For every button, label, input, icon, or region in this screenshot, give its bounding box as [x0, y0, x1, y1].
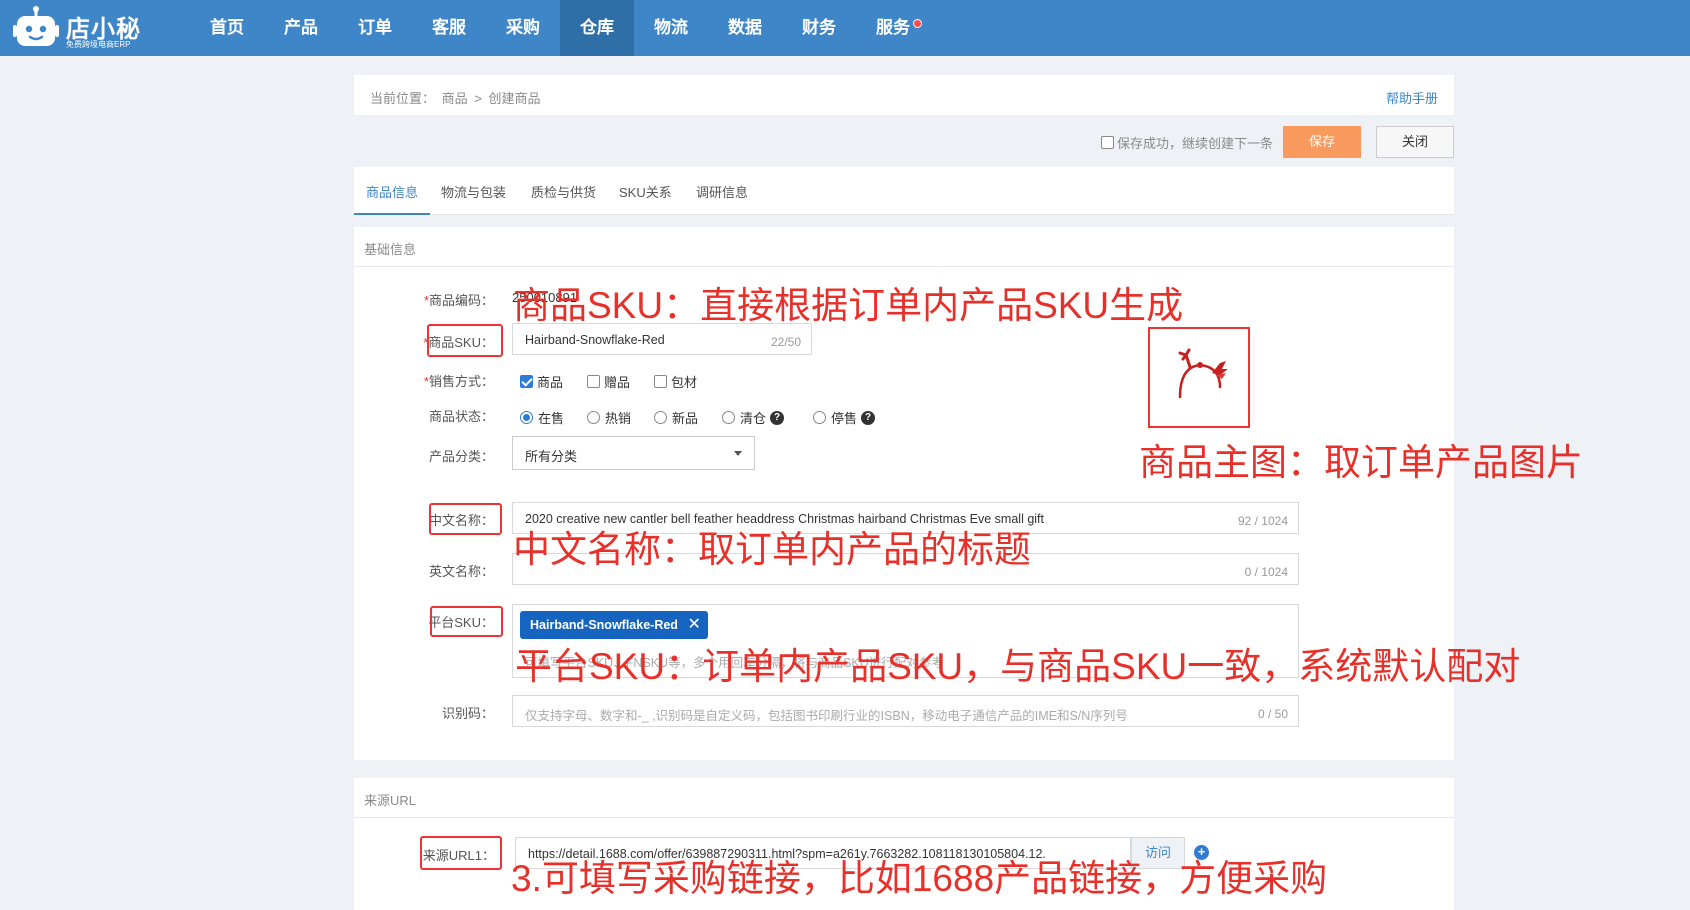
breadcrumb: 当前位置： 商品 > 创建商品: [370, 88, 544, 107]
close-icon[interactable]: ✕: [688, 611, 701, 639]
chevron-down-icon: [734, 451, 742, 456]
status-clearance-radio[interactable]: [722, 411, 735, 424]
id-code-placeholder: 仅支持字母、数字和-_ ,识别码是自定义码，包括图书印刷行业的ISBN，移动电子…: [525, 709, 1128, 723]
action-bar: 保存成功，继续创建下一条 保存 关闭: [354, 125, 1454, 159]
nav-item-logistics[interactable]: 物流: [634, 0, 708, 56]
status-stopped-radio[interactable]: [813, 411, 826, 424]
cn-name-count: 92 / 1024: [1237, 514, 1288, 528]
sale-mode-gift-label: 赠品: [604, 375, 631, 390]
status-new[interactable]: 新品: [654, 408, 698, 427]
id-code-label: 识别码：: [441, 706, 494, 721]
breadcrumb-separator: >: [474, 91, 482, 106]
nav-item-services[interactable]: 服务: [856, 0, 930, 56]
nav-item-home[interactable]: 首页: [190, 0, 264, 56]
app-logo[interactable]: 店小秘 免费跨境电商ERP: [12, 4, 142, 52]
platform-sku-tag-label: Hairband-Snowflake-Red: [530, 618, 678, 632]
category-label: 产品分类：: [428, 449, 494, 464]
sale-mode-product-checkbox[interactable]: [520, 375, 533, 388]
id-code-input[interactable]: 仅支持字母、数字和-_ ,识别码是自定义码，包括图书印刷行业的ISBN，移动电子…: [512, 695, 1299, 727]
breadcrumb-panel: 当前位置： 商品 > 创建商品 帮助手册: [354, 75, 1454, 115]
product-sku-count: 22/50: [770, 335, 801, 349]
sale-mode-product[interactable]: 商品: [520, 372, 563, 391]
tab-logistics-packaging[interactable]: 物流与包装: [441, 182, 506, 201]
tab-product-info-label: 商品信息: [366, 185, 419, 200]
cn-name-value: 2020 creative new cantler bell feather h…: [525, 512, 1044, 526]
continue-create-checkbox[interactable]: [1101, 136, 1114, 149]
antler-hairband-image: [1178, 348, 1228, 399]
status-on-sale[interactable]: 在售: [520, 408, 564, 427]
basic-info-title: 基础信息: [364, 242, 417, 257]
tab-research-info[interactable]: 调研信息: [696, 182, 748, 201]
status-on-sale-radio[interactable]: [520, 411, 533, 424]
tab-bar: 商品信息 物流与包装 质检与供货 SKU关系 调研信息: [354, 167, 1454, 215]
sale-mode-gift[interactable]: 赠品: [587, 372, 630, 391]
status-hot-label: 热销: [605, 411, 632, 426]
active-tab-indicator: [354, 213, 430, 215]
save-button[interactable]: 保存: [1283, 126, 1361, 158]
status-clearance-label: 清仓: [740, 411, 767, 426]
product-sku-value: Hairband-Snowflake-Red: [525, 333, 665, 347]
annotation-box-sku: [427, 324, 503, 357]
product-code-label: *商品编码：: [423, 293, 494, 308]
breadcrumb-prefix: 当前位置：: [370, 91, 436, 106]
id-code-count: 0 / 50: [1257, 707, 1288, 721]
sale-mode-packaging-label: 包材: [671, 375, 698, 390]
annotation-image-note: 商品主图：取订单产品图片: [1139, 442, 1583, 483]
notification-dot: [913, 19, 922, 28]
annotation-platform-sku-note: 平台SKU：订单内产品SKU，与商品SKU一致，系统默认配对: [515, 646, 1521, 687]
en-name-label: 英文名称：: [428, 564, 494, 579]
sale-mode-gift-checkbox[interactable]: [587, 375, 600, 388]
nav-item-customer-service[interactable]: 客服: [412, 0, 486, 56]
nav-item-warehouse[interactable]: 仓库: [560, 0, 634, 56]
annotation-box-source-url: [420, 836, 502, 870]
continue-create-label: 保存成功，继续创建下一条: [1117, 136, 1274, 151]
logo-subtitle: 免费跨境电商ERP: [66, 40, 131, 49]
en-name-count: 0 / 1024: [1244, 565, 1288, 579]
nav-item-finance[interactable]: 财务: [782, 0, 856, 56]
nav-item-purchasing[interactable]: 采购: [486, 0, 560, 56]
status-new-radio[interactable]: [654, 411, 667, 424]
annotation-cn-name-note: 中文名称：取订单内产品的标题: [513, 529, 1031, 570]
category-select[interactable]: 所有分类: [512, 436, 755, 470]
category-select-value: 所有分类: [525, 449, 578, 464]
source-url-header: 来源URL: [354, 778, 1454, 818]
tab-qc-supply[interactable]: 质检与供货: [531, 182, 596, 201]
nav-item-orders[interactable]: 订单: [338, 0, 412, 56]
annotation-url-note: 3.可填写采购链接，比如1688产品链接，方便采购: [511, 858, 1328, 899]
sale-mode-packaging-checkbox[interactable]: [654, 375, 667, 388]
robot-logo-icon: [13, 6, 59, 46]
tab-sku-relation[interactable]: SKU关系: [619, 182, 672, 201]
help-icon[interactable]: ?: [770, 410, 785, 425]
breadcrumb-parent[interactable]: 商品: [442, 91, 468, 106]
sale-mode-packaging[interactable]: 包材: [654, 372, 697, 391]
continue-create-option[interactable]: 保存成功，继续创建下一条: [1101, 133, 1273, 152]
nav-item-data[interactable]: 数据: [708, 0, 782, 56]
sale-mode-label: *销售方式：: [423, 374, 494, 389]
source-url-title: 来源URL: [364, 793, 417, 808]
status-label: 商品状态：: [428, 409, 494, 424]
main-nav: 首页 产品 订单 客服 采购 仓库 物流 数据 财务 服务: [190, 0, 930, 56]
nav-item-products[interactable]: 产品: [264, 0, 338, 56]
product-main-image[interactable]: [1148, 327, 1250, 428]
help-manual-link[interactable]: 帮助手册: [1386, 88, 1438, 107]
breadcrumb-current: 创建商品: [488, 91, 541, 106]
basic-info-header: 基础信息: [354, 227, 1454, 267]
status-stopped[interactable]: 停售?: [813, 408, 876, 427]
status-stopped-label: 停售: [831, 411, 858, 426]
annotation-box-platform-sku: [430, 606, 503, 637]
close-button[interactable]: 关闭: [1376, 126, 1454, 158]
annotation-sku-note: 商品SKU：直接根据订单内产品SKU生成: [513, 285, 1184, 326]
status-on-sale-label: 在售: [538, 411, 565, 426]
help-icon[interactable]: ?: [861, 410, 876, 425]
top-navbar: 店小秘 免费跨境电商ERP 首页 产品 订单 客服 采购 仓库 物流 数据 财务…: [0, 0, 1690, 56]
product-sku-input[interactable]: Hairband-Snowflake-Red 22/50: [512, 323, 812, 355]
sale-mode-product-label: 商品: [537, 375, 564, 390]
status-hot-radio[interactable]: [587, 411, 600, 424]
status-new-label: 新品: [672, 411, 699, 426]
status-clearance[interactable]: 清仓?: [722, 408, 785, 427]
tab-product-info[interactable]: 商品信息: [366, 182, 418, 201]
platform-sku-tag: Hairband-Snowflake-Red ✕: [520, 611, 708, 639]
annotation-box-cn-name: [429, 503, 502, 535]
status-hot[interactable]: 热销: [587, 408, 631, 427]
